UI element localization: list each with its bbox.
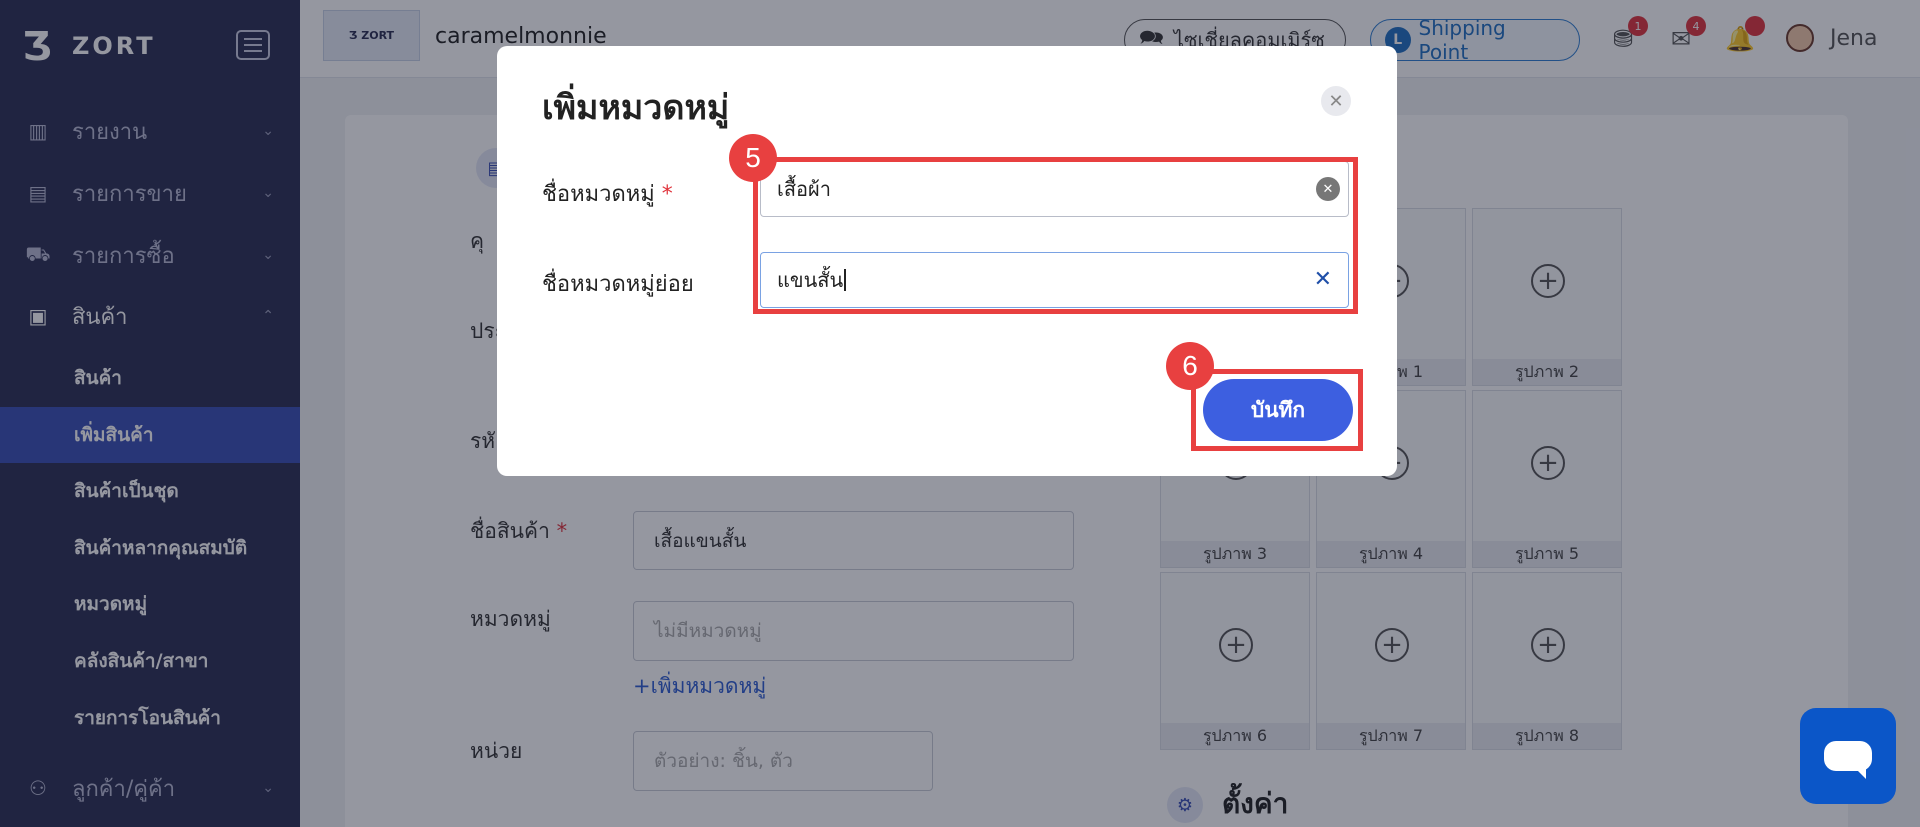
required-mark: * [661,182,673,207]
close-icon[interactable]: ✕ [1321,86,1351,116]
modal-title: เพิ่มหมวดหมู่ [542,88,730,128]
chat-support-button[interactable] [1800,708,1896,804]
annotation-highlight-save [1191,369,1363,451]
chat-bubble-icon [1824,741,1872,779]
category-name-label-text: ชื่อหมวดหมู่ [542,182,655,207]
category-name-label: ชื่อหมวดหมู่ * [542,176,673,211]
step-marker: 6 [1166,342,1214,390]
annotation-highlight-inputs [753,157,1358,314]
step-marker: 5 [729,134,777,182]
subcategory-name-label: ชื่อหมวดหมู่ย่อย [542,272,694,297]
